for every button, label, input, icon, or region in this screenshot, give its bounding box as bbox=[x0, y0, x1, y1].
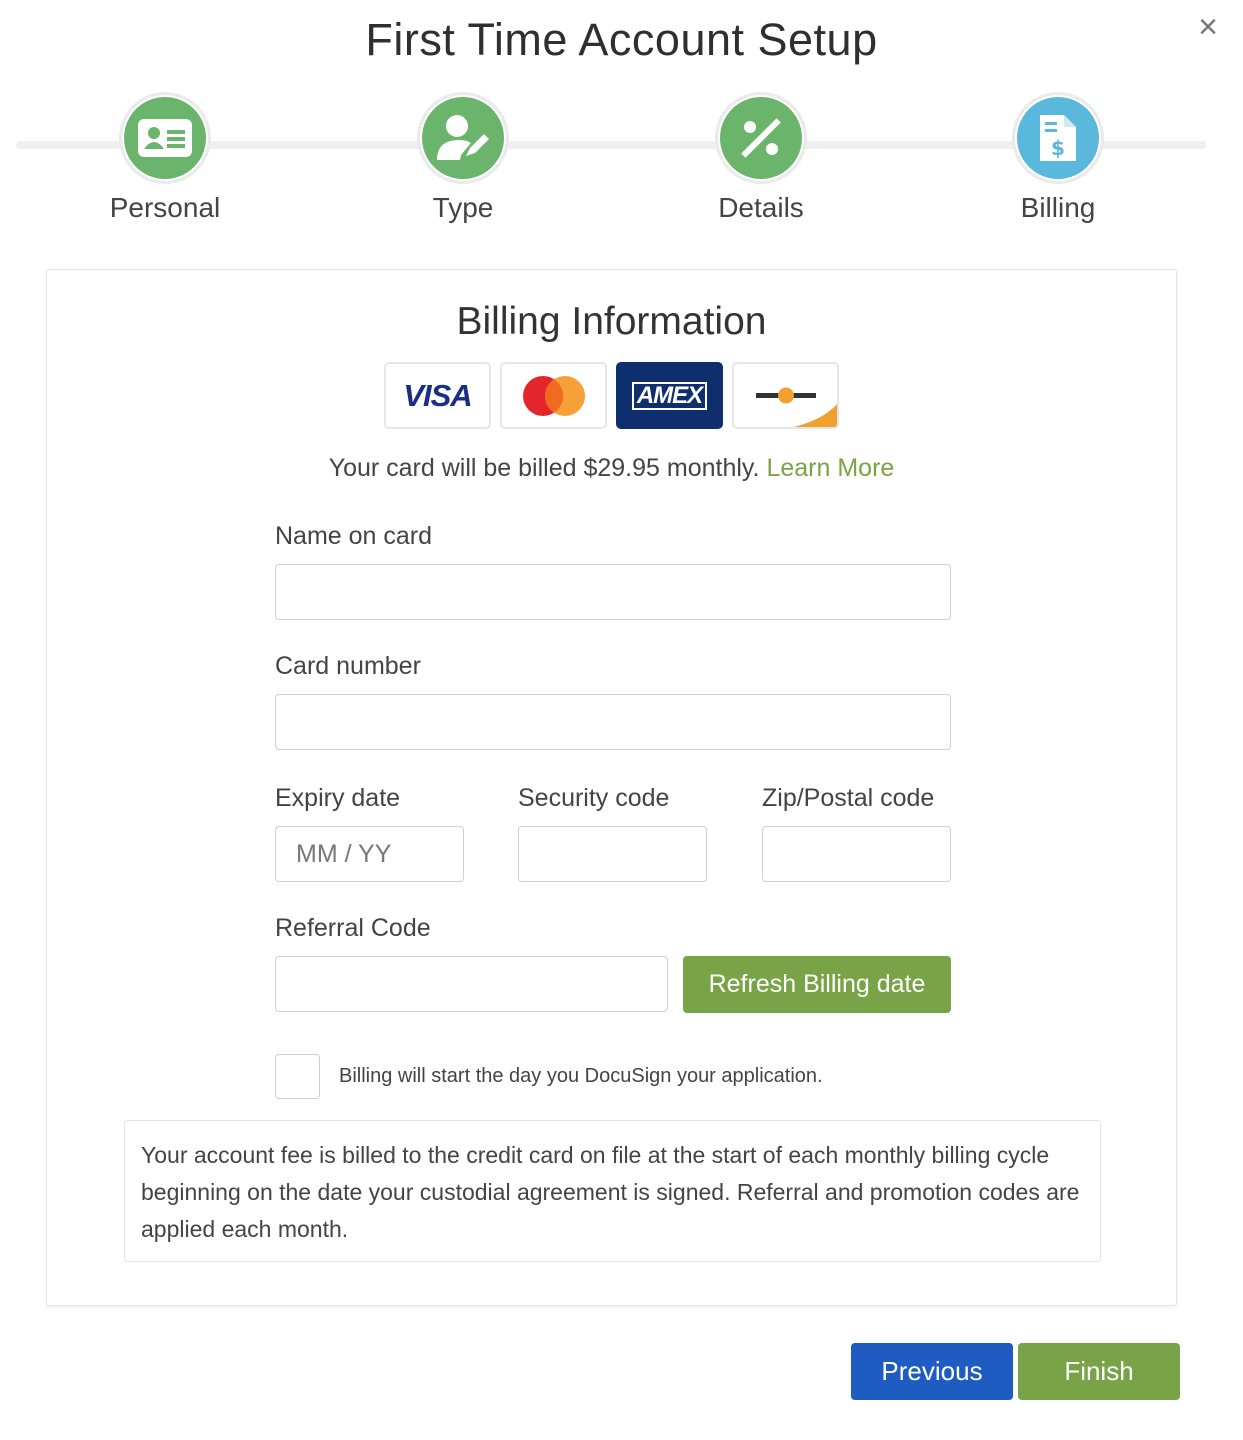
zip-code-input[interactable] bbox=[762, 826, 951, 882]
finish-button[interactable]: Finish bbox=[1018, 1343, 1180, 1400]
close-icon[interactable]: × bbox=[1191, 10, 1225, 44]
step-billing[interactable]: $ Billing bbox=[948, 92, 1168, 224]
security-code-label: Security code bbox=[518, 784, 670, 812]
discover-logo bbox=[732, 362, 839, 429]
expiry-date-input[interactable] bbox=[275, 826, 464, 882]
step-label: Details bbox=[718, 192, 804, 223]
billing-title: Billing Information bbox=[456, 300, 767, 343]
billing-note: Your card will be billed $29.95 monthly.… bbox=[47, 454, 1176, 483]
billing-info-text: Your account fee is billed to the credit… bbox=[141, 1142, 1080, 1242]
card-number-input[interactable] bbox=[275, 694, 951, 750]
billing-start-checkbox-label: Billing will start the day you DocuSign … bbox=[339, 1065, 823, 1087]
referral-code-label: Referral Code bbox=[275, 914, 431, 942]
billing-note-text: Your card will be billed $29.95 monthly. bbox=[328, 454, 760, 482]
svg-text:$: $ bbox=[1051, 136, 1065, 160]
step-label: Type bbox=[432, 192, 494, 223]
security-code-input[interactable] bbox=[518, 826, 707, 882]
user-edit-icon bbox=[422, 97, 504, 179]
mastercard-logo bbox=[500, 362, 607, 429]
billing-info-box: Your account fee is billed to the credit… bbox=[124, 1120, 1101, 1262]
visa-logo: VISA bbox=[384, 362, 491, 429]
invoice-dollar-icon: $ bbox=[1017, 97, 1099, 179]
step-personal[interactable]: Personal bbox=[55, 92, 275, 224]
progress-stepper: Personal Type Details $ Billing bbox=[16, 92, 1206, 232]
name-on-card-label: Name on card bbox=[275, 522, 433, 550]
refresh-billing-date-button[interactable]: Refresh Billing date bbox=[683, 956, 951, 1013]
name-on-card-input[interactable] bbox=[275, 564, 951, 620]
card-number-label: Card number bbox=[275, 652, 421, 680]
previous-button[interactable]: Previous bbox=[851, 1343, 1013, 1400]
percent-icon bbox=[720, 97, 802, 179]
id-card-icon bbox=[124, 97, 206, 179]
step-label: Personal bbox=[109, 192, 221, 223]
step-details[interactable]: Details bbox=[651, 92, 871, 224]
step-type[interactable]: Type bbox=[353, 92, 573, 224]
amex-logo: AMEX bbox=[616, 362, 723, 429]
zip-code-label: Zip/Postal code bbox=[762, 784, 935, 812]
learn-more-link[interactable]: Learn More bbox=[766, 454, 894, 482]
billing-card: Billing Information VISA AMEX Your card … bbox=[46, 269, 1177, 1306]
dialog-title: First Time Account Setup bbox=[365, 14, 878, 65]
referral-code-input[interactable] bbox=[275, 956, 668, 1012]
card-brands: VISA AMEX bbox=[384, 362, 839, 430]
expiry-date-label: Expiry date bbox=[275, 784, 401, 812]
step-label: Billing bbox=[1020, 192, 1096, 223]
billing-start-checkbox[interactable] bbox=[275, 1054, 320, 1099]
